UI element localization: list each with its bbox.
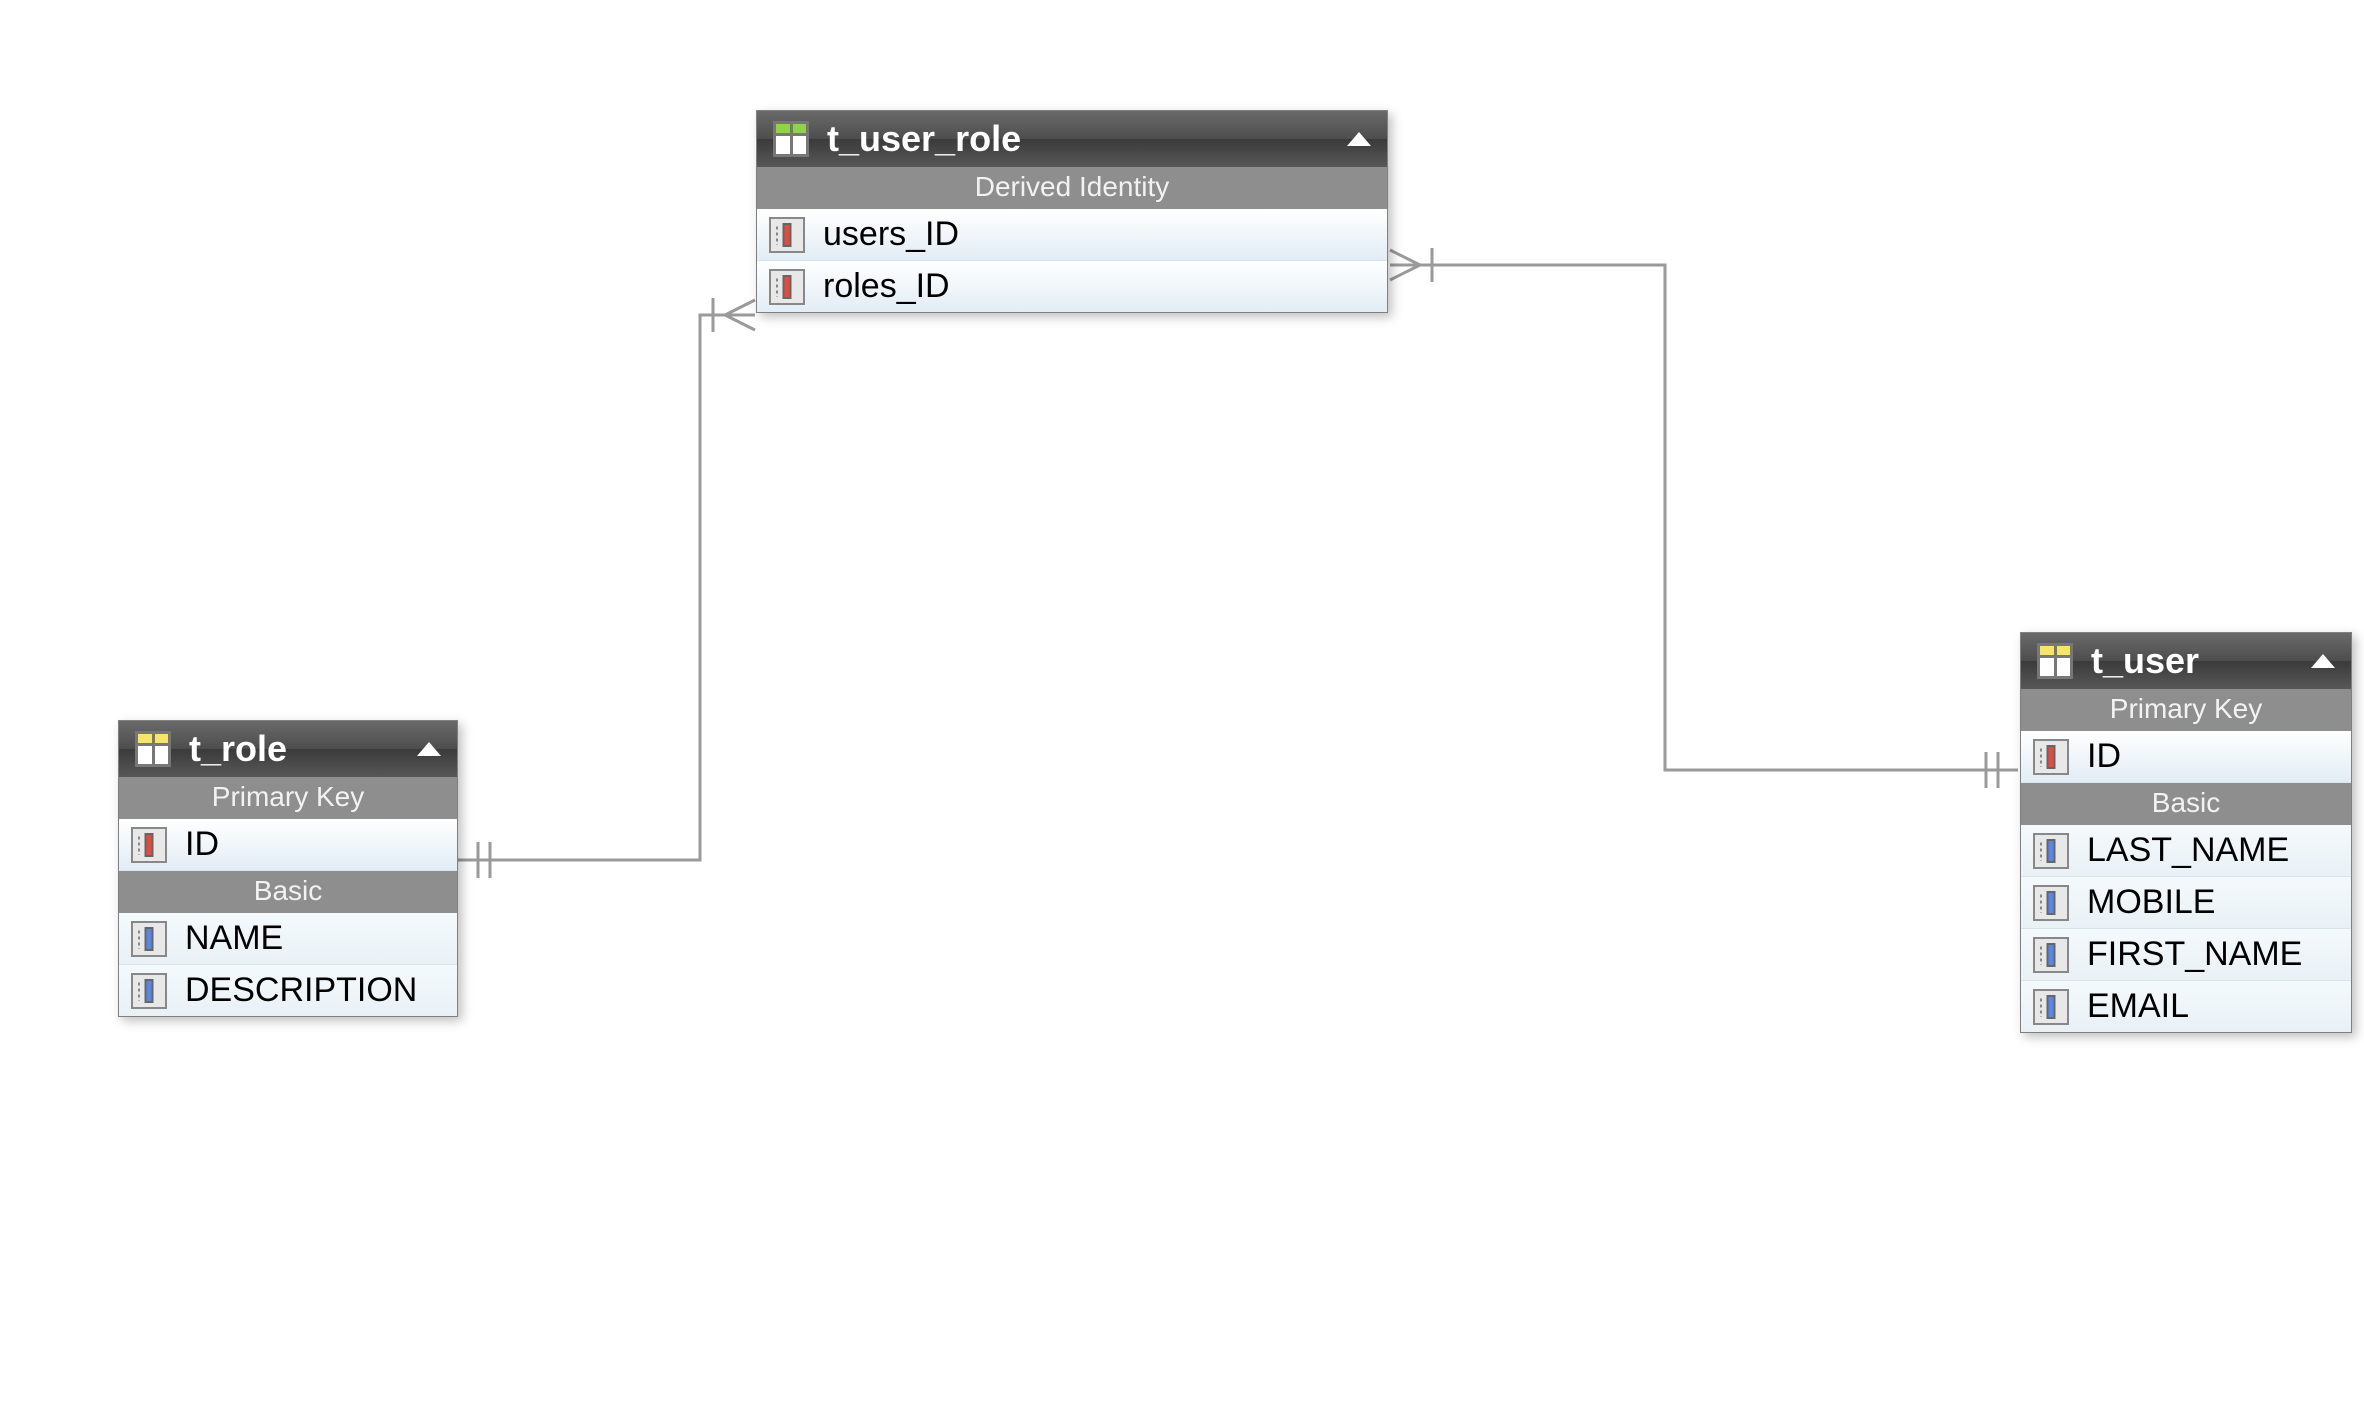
collapse-icon[interactable] [417,742,441,756]
column-name: users_ID [823,215,959,254]
entity-title: t_user [2091,640,2293,682]
column-name: NAME [185,919,283,958]
entity-title: t_role [189,728,399,770]
column-icon [2033,885,2069,921]
entity-t-user-role[interactable]: t_user_role Derived Identity users_ID ro… [756,110,1388,313]
column-name: roles_ID [823,267,950,306]
section-derived-identity: Derived Identity [757,167,1387,209]
column-icon [131,921,167,957]
column-name: MOBILE [2087,883,2215,922]
section-primary-key: Primary Key [119,777,457,819]
fk-column-icon [769,269,805,305]
entity-titlebar[interactable]: t_role [119,721,457,777]
table-icon [2037,643,2073,679]
entity-titlebar[interactable]: t_user [2021,633,2351,689]
column-row[interactable]: DESCRIPTION [119,965,457,1016]
column-icon [2033,937,2069,973]
collapse-icon[interactable] [1347,132,1371,146]
entity-titlebar[interactable]: t_user_role [757,111,1387,167]
fk-column-icon [769,217,805,253]
table-icon [135,731,171,767]
pk-column-icon [2033,739,2069,775]
column-name: LAST_NAME [2087,831,2289,870]
column-icon [131,973,167,1009]
column-name: ID [2087,737,2121,776]
entity-t-user[interactable]: t_user Primary Key ID Basic LAST_NAME MO… [2020,632,2352,1033]
column-icon [2033,989,2069,1025]
table-icon [773,121,809,157]
column-icon [2033,833,2069,869]
pk-column-icon [131,827,167,863]
column-row[interactable]: ID [2021,731,2351,783]
column-row[interactable]: roles_ID [757,261,1387,312]
column-name: DESCRIPTION [185,971,417,1010]
section-basic: Basic [119,871,457,913]
column-row[interactable]: FIRST_NAME [2021,929,2351,981]
entity-t-role[interactable]: t_role Primary Key ID Basic NAME DESCRIP… [118,720,458,1017]
column-name: ID [185,825,219,864]
column-row[interactable]: NAME [119,913,457,965]
column-name: FIRST_NAME [2087,935,2302,974]
column-row[interactable]: MOBILE [2021,877,2351,929]
erd-canvas[interactable]: t_user_role Derived Identity users_ID ro… [0,0,2364,1406]
collapse-icon[interactable] [2311,654,2335,668]
section-primary-key: Primary Key [2021,689,2351,731]
column-row[interactable]: ID [119,819,457,871]
section-basic: Basic [2021,783,2351,825]
entity-title: t_user_role [827,118,1329,160]
column-row[interactable]: LAST_NAME [2021,825,2351,877]
column-name: EMAIL [2087,987,2189,1026]
column-row[interactable]: EMAIL [2021,981,2351,1032]
column-row[interactable]: users_ID [757,209,1387,261]
